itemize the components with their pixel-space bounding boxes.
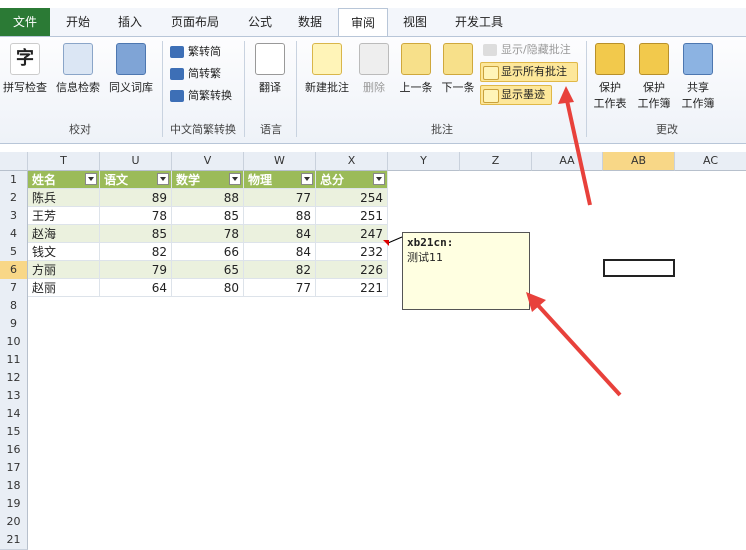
active-cell-selection[interactable] — [603, 259, 675, 277]
comment-indicator-icon — [383, 240, 389, 246]
annotation-arrow — [564, 95, 592, 206]
annotation-arrow — [533, 300, 622, 397]
annotation-arrowhead — [558, 86, 574, 104]
comment-connector-line — [387, 236, 403, 244]
